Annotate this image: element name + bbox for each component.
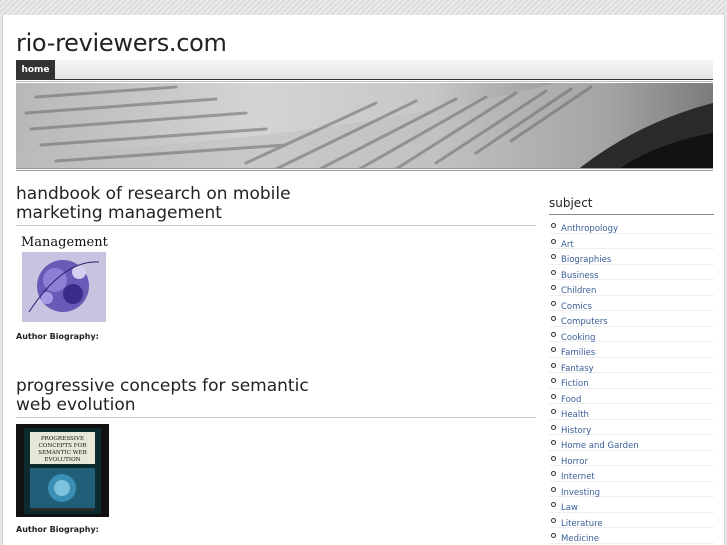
cover-text: SEMANTIC WEB xyxy=(38,450,87,456)
bullet-icon xyxy=(551,471,556,476)
bullet-icon xyxy=(551,347,556,352)
bullet-icon xyxy=(551,378,556,383)
category-link-health[interactable]: Health xyxy=(561,410,589,420)
bullet-icon xyxy=(551,316,556,321)
bullet-icon xyxy=(551,300,556,306)
category-item: Art xyxy=(549,234,714,250)
bullet-icon xyxy=(551,362,556,368)
category-list: Anthropology Art Biographies Business Ch… xyxy=(549,218,714,544)
author-biography-label: Author Biography: xyxy=(16,525,99,534)
post-divider xyxy=(16,225,536,226)
sidebar-title: subject xyxy=(549,196,714,215)
navbar: home xyxy=(16,60,713,80)
category-item: Internet xyxy=(549,466,714,482)
category-item: Computers xyxy=(549,311,714,327)
cover-text: Management xyxy=(21,235,109,250)
page-container: rio-reviewers.com home handbook of resea… xyxy=(2,15,725,545)
bullet-icon xyxy=(551,223,556,228)
category-item: Comics xyxy=(549,296,714,312)
category-item: Cooking xyxy=(549,327,714,343)
category-item: Literature xyxy=(549,513,714,529)
bullet-icon xyxy=(551,238,556,244)
category-link-internet[interactable]: Internet xyxy=(561,472,595,482)
bullet-icon xyxy=(551,533,556,538)
header-banner-image xyxy=(16,83,713,171)
category-link-cooking[interactable]: Cooking xyxy=(561,333,595,343)
category-link-biographies[interactable]: Biographies xyxy=(561,255,611,265)
category-link-horror[interactable]: Horror xyxy=(561,457,588,467)
category-item: Families xyxy=(549,342,714,358)
category-link-medicine[interactable]: Medicine xyxy=(561,534,599,544)
category-link-investing[interactable]: Investing xyxy=(561,488,600,498)
category-item: Horror xyxy=(549,451,714,467)
sidebar: subject Anthropology Art Biographies Bus… xyxy=(549,196,714,544)
category-item: Investing xyxy=(549,482,714,498)
bullet-icon xyxy=(551,254,556,259)
category-link-comics[interactable]: Comics xyxy=(561,302,592,312)
bullet-icon xyxy=(551,393,556,399)
bullet-icon xyxy=(551,455,556,461)
book-cover-image[interactable]: PROGRESSIVE CONCEPTS FOR SEMANTIC WEB EV… xyxy=(16,424,536,521)
main-content: handbook of research on mobile marketing… xyxy=(16,185,536,534)
bullet-icon xyxy=(551,424,556,430)
category-item: Home and Garden xyxy=(549,435,714,451)
book-cover-image[interactable]: Management xyxy=(16,232,536,328)
category-item: Anthropology xyxy=(549,218,714,234)
category-item: Biographies xyxy=(549,249,714,265)
category-link-art[interactable]: Art xyxy=(561,240,574,250)
bullet-icon xyxy=(551,269,556,275)
post-title[interactable]: progressive concepts for semantic web ev… xyxy=(16,377,316,415)
author-biography-label: Author Biography: xyxy=(16,332,99,341)
bullet-icon xyxy=(551,502,556,507)
category-link-law[interactable]: Law xyxy=(561,503,578,513)
bullet-icon xyxy=(551,285,556,290)
category-link-food[interactable]: Food xyxy=(561,395,581,405)
category-item: History xyxy=(549,420,714,436)
category-link-literature[interactable]: Literature xyxy=(561,519,603,529)
site-title[interactable]: rio-reviewers.com xyxy=(16,29,227,57)
category-link-fiction[interactable]: Fiction xyxy=(561,379,589,389)
bullet-icon xyxy=(551,517,556,523)
top-stripe xyxy=(0,0,727,15)
category-item: Food xyxy=(549,389,714,405)
cover-text: PROGRESSIVE xyxy=(41,436,84,442)
category-link-children[interactable]: Children xyxy=(561,286,596,296)
category-item: Law xyxy=(549,497,714,513)
nav-divider xyxy=(16,81,713,82)
bullet-icon xyxy=(551,331,556,337)
category-item: Fantasy xyxy=(549,358,714,374)
category-item: Health xyxy=(549,404,714,420)
category-link-fantasy[interactable]: Fantasy xyxy=(561,364,594,374)
post-title[interactable]: handbook of research on mobile marketing… xyxy=(16,185,316,223)
category-link-history[interactable]: History xyxy=(561,426,591,436)
category-item: Children xyxy=(549,280,714,296)
bullet-icon xyxy=(551,486,556,492)
category-link-anthropology[interactable]: Anthropology xyxy=(561,224,618,234)
category-item: Business xyxy=(549,265,714,281)
bullet-icon xyxy=(551,409,556,414)
bullet-icon xyxy=(551,440,556,445)
cover-text: EVOLUTION xyxy=(44,457,80,463)
category-item: Fiction xyxy=(549,373,714,389)
category-link-families[interactable]: Families xyxy=(561,348,595,358)
nav-item-home[interactable]: home xyxy=(16,60,55,80)
category-link-home-and-garden[interactable]: Home and Garden xyxy=(561,441,639,451)
post-divider xyxy=(16,417,536,418)
category-link-computers[interactable]: Computers xyxy=(561,317,608,327)
post: handbook of research on mobile marketing… xyxy=(16,185,536,341)
post: progressive concepts for semantic web ev… xyxy=(16,377,536,534)
category-link-business[interactable]: Business xyxy=(561,271,598,281)
category-item: Medicine xyxy=(549,528,714,544)
cover-text: CONCEPTS FOR xyxy=(39,443,88,449)
